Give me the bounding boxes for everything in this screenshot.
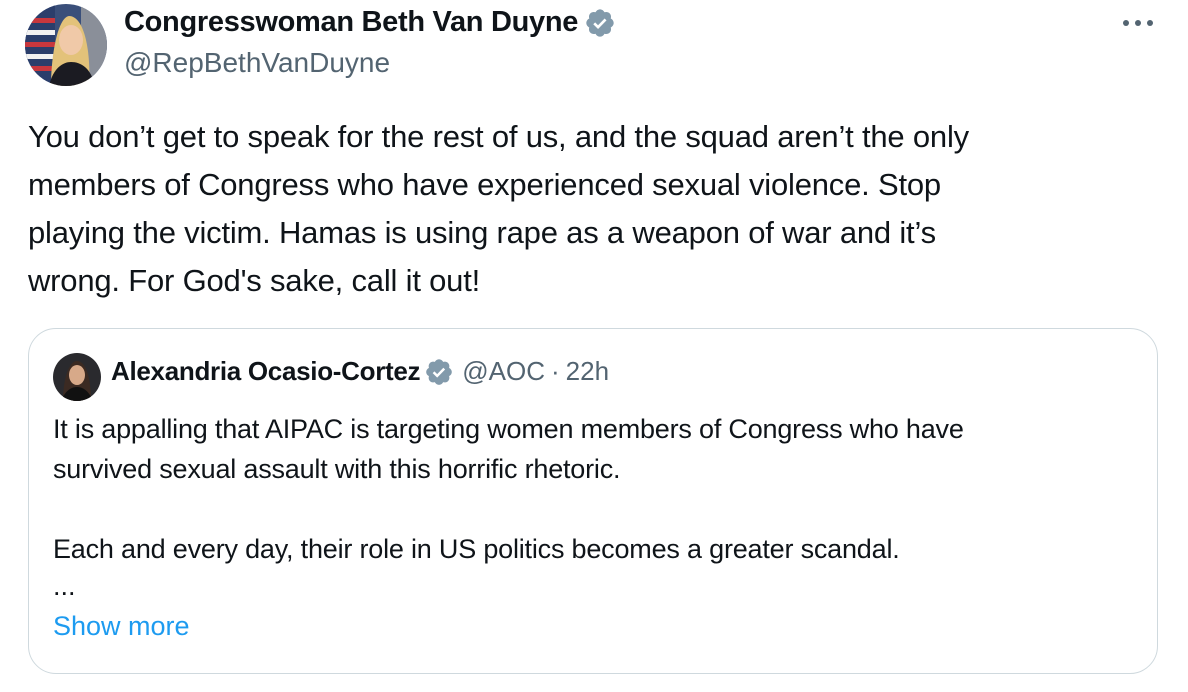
verified-badge-icon[interactable] <box>584 7 616 39</box>
quoted-author-handle[interactable]: @AOC <box>462 356 545 387</box>
tweet: Congresswoman Beth Van Duyne @RepBethVan… <box>0 0 1188 692</box>
quoted-author-name[interactable]: Alexandria Ocasio-Cortez <box>111 356 421 387</box>
quoted-tweet[interactable]: Alexandria Ocasio-Cortez @AOC · 22h It i… <box>28 328 1158 674</box>
quoted-tweet-text: It is appalling that AIPAC is targeting … <box>53 414 964 564</box>
author-handle[interactable]: @RepBethVanDuyne <box>124 47 390 79</box>
author-name[interactable]: Congresswoman Beth Van Duyne <box>124 6 578 39</box>
separator-dot: · <box>550 356 560 386</box>
quoted-tweet-timestamp[interactable]: 22h <box>566 356 609 387</box>
more-horizontal-icon <box>1123 20 1153 26</box>
quoted-author-avatar[interactable] <box>53 353 101 401</box>
truncation-ellipsis: ... <box>53 571 76 601</box>
show-more-link[interactable]: Show more <box>53 611 190 642</box>
tweet-text: You don’t get to speak for the rest of u… <box>28 119 969 298</box>
author-name-row: Congresswoman Beth Van Duyne <box>124 6 616 39</box>
more-options-button[interactable] <box>1118 8 1158 38</box>
quoted-tweet-header: Alexandria Ocasio-Cortez @AOC · 22h <box>111 356 609 387</box>
author-avatar[interactable] <box>25 4 107 86</box>
verified-badge-icon[interactable] <box>424 357 454 387</box>
